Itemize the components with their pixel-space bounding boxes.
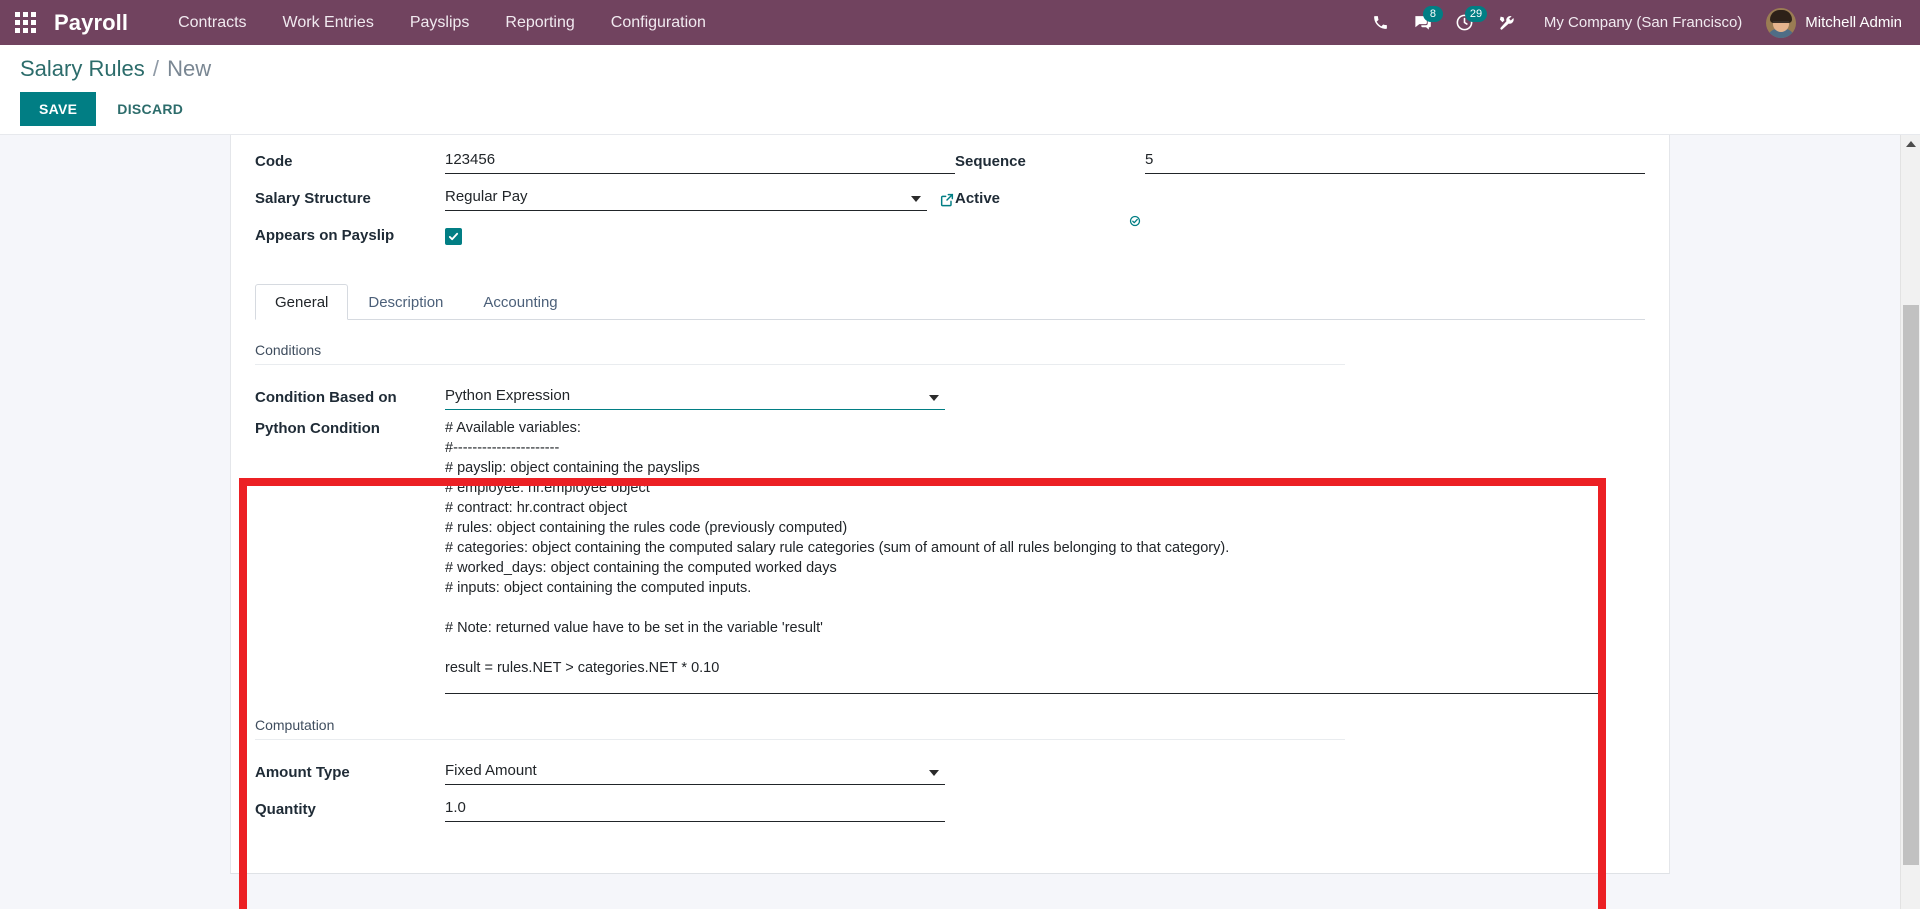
menu-item-payslips[interactable]: Payslips bbox=[392, 0, 488, 45]
field-condition-based-on: Condition Based on bbox=[255, 375, 1645, 410]
phone-icon[interactable] bbox=[1362, 4, 1400, 42]
field-appears-on-payslip: Appears on Payslip bbox=[255, 213, 955, 248]
top-navbar: Payroll Contracts Work Entries Payslips … bbox=[0, 0, 1920, 45]
field-code-label: Code bbox=[255, 153, 293, 170]
field-appears-on-payslip-label: Appears on Payslip bbox=[255, 227, 395, 244]
breadcrumb-salary-rules[interactable]: Salary Rules bbox=[20, 56, 145, 81]
user-menu[interactable]: Mitchell Admin bbox=[1760, 7, 1906, 38]
code-input[interactable] bbox=[445, 149, 955, 174]
condition-based-on-input[interactable] bbox=[445, 385, 945, 410]
header-fields-left-column: Code Salary Structure bbox=[255, 139, 955, 250]
avatar bbox=[1766, 7, 1797, 38]
field-quantity-label: Quantity bbox=[255, 801, 316, 818]
field-salary-structure-label: Salary Structure bbox=[255, 190, 371, 207]
salary-structure-input[interactable] bbox=[445, 186, 927, 211]
control-panel: Salary Rules / New SAVE DISCARD bbox=[0, 45, 1920, 135]
app-brand-payroll[interactable]: Payroll bbox=[54, 10, 128, 36]
conditions-group-title: Conditions bbox=[255, 342, 1345, 365]
breadcrumb: Salary Rules / New bbox=[20, 55, 1900, 83]
discard-button[interactable]: DISCARD bbox=[102, 92, 198, 126]
field-sequence: Sequence bbox=[955, 139, 1645, 174]
field-amount-type: Amount Type bbox=[255, 750, 1645, 785]
field-amount-type-label: Amount Type bbox=[255, 764, 350, 781]
field-condition-based-on-label: Condition Based on bbox=[255, 389, 397, 406]
breadcrumb-current-new: New bbox=[167, 56, 212, 81]
company-switcher[interactable]: My Company (San Francisco) bbox=[1530, 14, 1756, 31]
tab-accounting[interactable]: Accounting bbox=[463, 284, 577, 320]
conditions-group: Conditions Condition Based on Python Con… bbox=[255, 320, 1645, 699]
quantity-input[interactable] bbox=[445, 797, 945, 822]
scroll-thumb[interactable] bbox=[1903, 305, 1919, 865]
header-fields: Code Salary Structure bbox=[255, 135, 1645, 250]
sequence-input[interactable] bbox=[1145, 149, 1645, 174]
field-active: Active bbox=[955, 176, 1645, 230]
sheet-background: Code Salary Structure bbox=[0, 135, 1900, 909]
tab-description[interactable]: Description bbox=[348, 284, 463, 320]
messages-count-badge: 8 bbox=[1422, 5, 1443, 22]
menu-item-contracts[interactable]: Contracts bbox=[160, 0, 264, 45]
save-button[interactable]: SAVE bbox=[20, 92, 97, 126]
field-quantity: Quantity bbox=[255, 787, 1645, 822]
apps-grid-icon[interactable] bbox=[8, 6, 42, 40]
external-link-icon[interactable] bbox=[939, 192, 955, 211]
menu-item-work-entries[interactable]: Work Entries bbox=[265, 0, 392, 45]
activities-count-badge: 29 bbox=[1464, 5, 1488, 22]
wrench-debug-icon[interactable] bbox=[1488, 4, 1526, 42]
field-active-label: Active bbox=[955, 190, 1001, 207]
systray: 8 29 My Company (San Francisco) Mitchell… bbox=[1362, 4, 1906, 42]
clock-activities-icon[interactable]: 29 bbox=[1446, 4, 1488, 42]
computation-group-title: Computation bbox=[255, 717, 1345, 740]
breadcrumb-separator: / bbox=[152, 56, 159, 81]
amount-type-input[interactable] bbox=[445, 760, 945, 785]
appears-on-payslip-checkbox[interactable] bbox=[445, 228, 462, 245]
field-python-condition-label: Python Condition bbox=[255, 420, 380, 437]
tab-general[interactable]: General bbox=[255, 284, 349, 320]
field-sequence-label: Sequence bbox=[955, 153, 1026, 170]
field-salary-structure: Salary Structure bbox=[255, 176, 955, 211]
vertical-scrollbar[interactable] bbox=[1900, 135, 1920, 909]
header-fields-right-column: Sequence Active bbox=[955, 139, 1645, 250]
field-python-condition: Python Condition # Available variables: … bbox=[255, 418, 1645, 699]
form-sheet: Code Salary Structure bbox=[230, 135, 1670, 874]
toggle-knob-check-icon bbox=[1126, 212, 1144, 230]
field-code: Code bbox=[255, 139, 955, 174]
computation-group: Computation Amount Type Quantity bbox=[255, 699, 1645, 822]
main-menu: Contracts Work Entries Payslips Reportin… bbox=[160, 0, 724, 45]
menu-item-reporting[interactable]: Reporting bbox=[487, 0, 592, 45]
form-content-area: Code Salary Structure bbox=[0, 135, 1920, 909]
messages-icon[interactable]: 8 bbox=[1404, 4, 1443, 42]
python-condition-textarea[interactable]: # Available variables: #----------------… bbox=[445, 418, 1605, 694]
scroll-up-arrow-icon[interactable] bbox=[1901, 135, 1920, 153]
menu-item-configuration[interactable]: Configuration bbox=[593, 0, 724, 45]
user-name: Mitchell Admin bbox=[1805, 14, 1902, 31]
record-actions: SAVE DISCARD bbox=[20, 92, 1900, 126]
notebook-tabs: General Description Accounting bbox=[255, 284, 1645, 320]
